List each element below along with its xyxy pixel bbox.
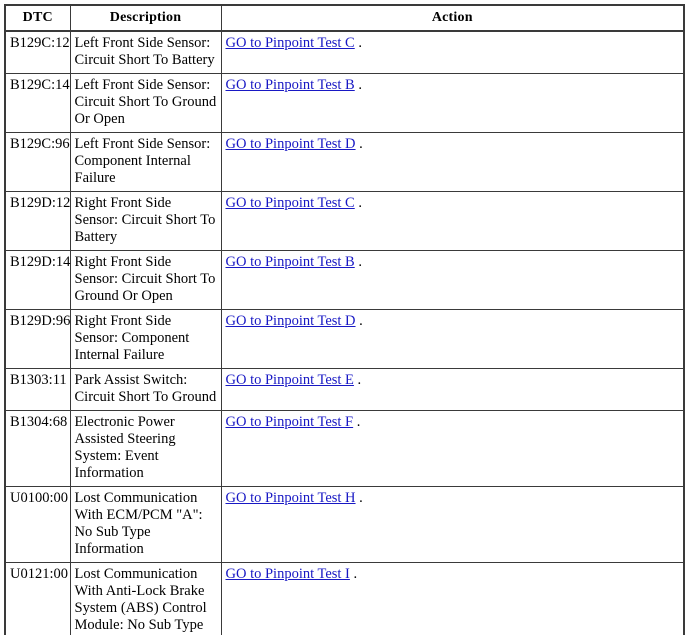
cell-dtc: B129C:14 [4,73,71,133]
table-row: U0100:00 Lost Communication With ECM/PCM … [4,486,685,563]
cell-description: Lost Communication With Anti-Lock Brake … [69,562,222,635]
pinpoint-test-link[interactable]: GO to Pinpoint Test H [226,490,356,506]
column-header-dtc: DTC [4,4,71,32]
pinpoint-test-link[interactable]: GO to Pinpoint Test B [226,77,355,93]
pinpoint-test-link[interactable]: GO to Pinpoint Test B [226,254,355,270]
cell-action: GO to Pinpoint Test B . [220,73,685,133]
cell-description: Right Front Side Sensor: Component Inter… [69,309,222,369]
cell-action: GO to Pinpoint Test B . [220,250,685,310]
action-period: . [358,195,362,211]
cell-dtc: U0121:00 [4,562,71,635]
pinpoint-test-link[interactable]: GO to Pinpoint Test E [226,372,354,388]
cell-dtc: B129C:12 [4,30,71,74]
table-row: B129D:12 Right Front Side Sensor: Circuit… [4,191,685,251]
cell-action: GO to Pinpoint Test D . [220,132,685,192]
pinpoint-test-link[interactable]: GO to Pinpoint Test I [226,566,350,582]
cell-description: Left Front Side Sensor: Circuit Short To… [69,30,222,74]
pinpoint-test-link[interactable]: GO to Pinpoint Test C [226,195,355,211]
action-period: . [358,254,362,270]
cell-action: GO to Pinpoint Test D . [220,309,685,369]
cell-description: Left Front Side Sensor: Component Intern… [69,132,222,192]
pinpoint-test-link[interactable]: GO to Pinpoint Test F [226,414,354,430]
cell-action: GO to Pinpoint Test H . [220,486,685,563]
table-row: B129C:14 Left Front Side Sensor: Circuit … [4,73,685,133]
cell-dtc: B1303:11 [4,368,71,411]
action-period: . [359,313,363,329]
cell-description: Left Front Side Sensor: Circuit Short To… [69,73,222,133]
cell-dtc: B1304:68 [4,410,71,487]
pinpoint-test-link[interactable]: GO to Pinpoint Test D [226,313,356,329]
table-header-row: DTC Description Action [4,4,685,32]
cell-action: GO to Pinpoint Test E . [220,368,685,411]
cell-description: Electronic Power Assisted Steering Syste… [69,410,222,487]
dtc-table: DTC Description Action B129C:12 Left Fron… [4,4,685,635]
action-period: . [359,490,363,506]
document-page: DTC Description Action B129C:12 Left Fron… [0,0,690,635]
table-row: B129C:12 Left Front Side Sensor: Circuit … [4,30,685,74]
table-row: B1303:11 Park Assist Switch: Circuit Shor… [4,368,685,411]
action-period: . [359,136,363,152]
cell-description: Lost Communication With ECM/PCM "A": No … [69,486,222,563]
cell-description: Right Front Side Sensor: Circuit Short T… [69,250,222,310]
table-body: B129C:12 Left Front Side Sensor: Circuit … [4,30,685,635]
cell-action: GO to Pinpoint Test I . [220,562,685,635]
pinpoint-test-link[interactable]: GO to Pinpoint Test C [226,35,355,51]
table-row: U0121:00 Lost Communication With Anti-Loc… [4,562,685,635]
cell-dtc: B129D:96 [4,309,71,369]
cell-description: Right Front Side Sensor: Circuit Short T… [69,191,222,251]
cell-dtc: B129D:12 [4,191,71,251]
action-period: . [357,372,362,388]
pinpoint-test-link[interactable]: GO to Pinpoint Test D [226,136,356,152]
cell-dtc: B129C:96 [4,132,71,192]
table-row: B129D:14 Right Front Side Sensor: Circuit… [4,250,685,310]
action-period: . [356,414,361,430]
table-row: B129D:96 Right Front Side Sensor: Compone… [4,309,685,369]
column-header-description: Description [69,4,222,32]
table-header: DTC Description Action [4,4,685,32]
action-period: . [358,35,362,51]
action-period: . [353,566,358,582]
table-row: B1304:68 Electronic Power Assisted Steeri… [4,410,685,487]
column-header-action: Action [220,4,685,32]
cell-description: Park Assist Switch: Circuit Short To Gro… [69,368,222,411]
cell-action: GO to Pinpoint Test F . [220,410,685,487]
table-row: B129C:96 Left Front Side Sensor: Componen… [4,132,685,192]
cell-action: GO to Pinpoint Test C . [220,191,685,251]
cell-dtc: B129D:14 [4,250,71,310]
cell-dtc: U0100:00 [4,486,71,563]
cell-action: GO to Pinpoint Test C . [220,30,685,74]
action-period: . [358,77,362,93]
